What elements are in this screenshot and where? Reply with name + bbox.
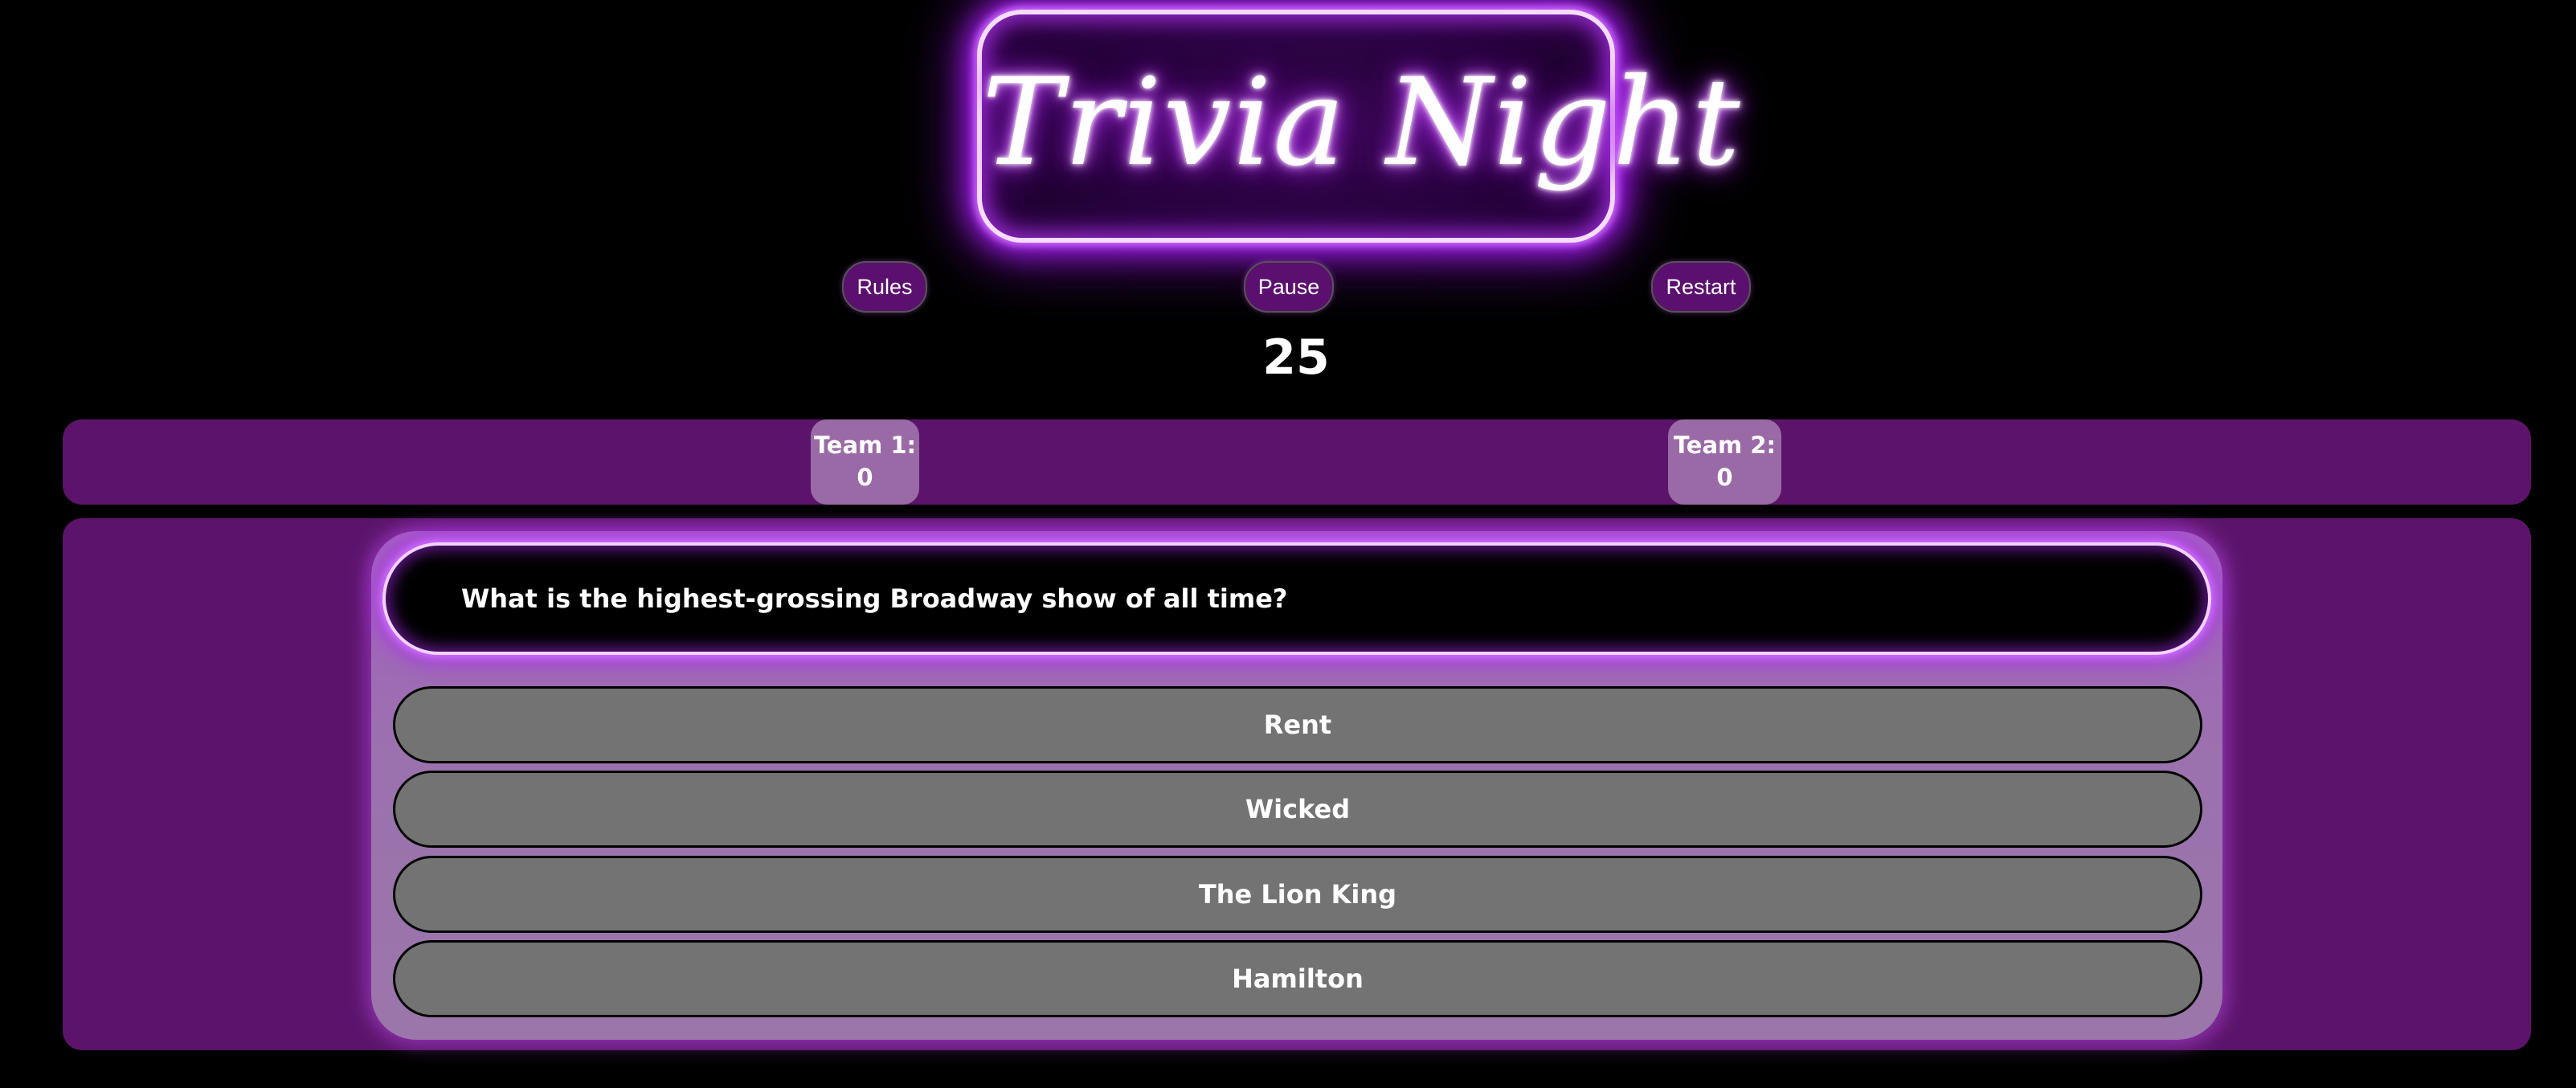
question-card: What is the highest-grossing Broadway sh… [371,531,2222,1040]
answer-option-1[interactable]: Rent [393,686,2202,763]
answer-option-4[interactable]: Hamilton [393,940,2202,1017]
question-panel: What is the highest-grossing Broadway sh… [382,542,2211,655]
question-text: What is the highest-grossing Broadway sh… [461,583,1288,614]
app-title: Trivia Night [982,53,1742,193]
game-area: What is the highest-grossing Broadway sh… [63,518,2531,1050]
team-2-score: 0 [1716,464,1733,491]
scoreboard: Team 1: 0 Team 2: 0 [63,419,2531,505]
team-2-label: Team 2: [1673,432,1777,459]
restart-button[interactable]: Restart [1651,261,1751,313]
team-2-score-card: Team 2: 0 [1668,419,1781,505]
neon-title-sign: Trivia Night [977,10,1742,243]
answer-option-2[interactable]: Wicked [393,771,2202,848]
team-1-score: 0 [857,464,873,491]
countdown-timer: 25 [1262,329,1330,386]
answer-option-3[interactable]: The Lion King [393,856,2202,933]
rules-button[interactable]: Rules [842,261,927,313]
trivia-app: Trivia Night Rules Pause Restart 25 Team… [0,0,2576,1088]
pause-button[interactable]: Pause [1244,261,1334,313]
team-1-label: Team 1: [813,432,917,459]
team-1-score-card: Team 1: 0 [811,419,919,505]
